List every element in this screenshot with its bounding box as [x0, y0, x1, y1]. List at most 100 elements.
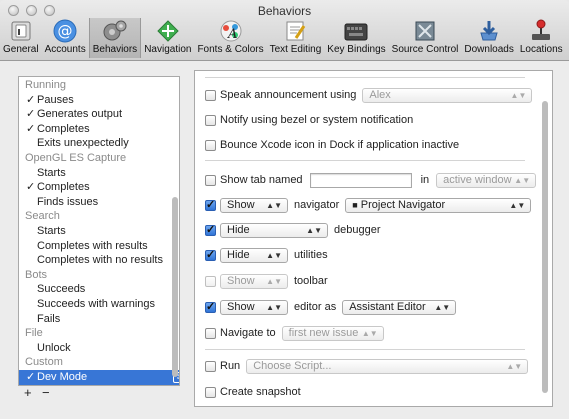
navigator-popup[interactable]: ■ Project Navigator ▲▼ [345, 197, 532, 213]
show-tab-checkbox[interactable] [205, 174, 216, 186]
tab-window-popup[interactable]: active window ▲▼ [436, 172, 537, 188]
tab-accounts[interactable]: @ Accounts [42, 18, 89, 58]
navigator-action-popup[interactable]: Show ▲▼ [220, 197, 288, 213]
checkmark-icon: ✓ [26, 108, 36, 121]
sidebar-item[interactable]: Completes with no results [19, 253, 179, 268]
svg-text:A: A [227, 27, 237, 42]
run-checkbox[interactable] [205, 360, 216, 372]
tab-name-field[interactable] [309, 172, 412, 188]
sidebar-item[interactable]: ✓ Completes [19, 180, 179, 195]
tab-fonts-colors[interactable]: A Fonts & Colors [194, 18, 266, 58]
sidebar-item[interactable]: Completes with results [19, 239, 179, 254]
debugger-row: Hide ▲▼ debugger [205, 221, 385, 239]
sidebar-scrollbar[interactable] [172, 197, 178, 377]
utilities-checkbox[interactable] [205, 248, 216, 261]
tab-locations[interactable]: Locations [517, 18, 566, 58]
preferences-toolbar: General @ Accounts Behaviors Navigation [0, 18, 566, 60]
updown-arrow-icon: ▲▼ [361, 328, 378, 338]
navigate-popup[interactable]: first new issue ▲▼ [281, 325, 384, 341]
editor-label: editor as [294, 301, 337, 313]
sidebar-item[interactable]: Succeeds with warnings [19, 297, 179, 312]
voice-popup[interactable]: Alex ▲▼ [362, 87, 533, 103]
sidebar-item[interactable]: Exits unexpectedly [19, 136, 179, 151]
tab-label: Navigation [144, 44, 192, 55]
panel-scrollbar[interactable] [542, 101, 548, 393]
debugger-action-popup[interactable]: Hide ▲▼ [220, 222, 328, 238]
at-icon: @ [52, 19, 78, 43]
utilities-action-value: Hide [227, 248, 250, 261]
font-palette-icon: A [218, 19, 244, 43]
sidebar-item[interactable]: ✓ Completes [19, 122, 179, 137]
tab-source-control[interactable]: Source Control [389, 18, 462, 58]
tab-navigation[interactable]: Navigation [141, 18, 194, 58]
navigator-checkbox[interactable] [205, 198, 216, 211]
sidebar-item-label: Generates output [37, 108, 123, 121]
sidebar-item[interactable]: ✓Dev Mode⌘ [19, 370, 179, 385]
sidebar-item-label: Dev Mode [37, 371, 88, 383]
sidebar-item-label: Unlock [37, 341, 71, 354]
switch-icon [8, 19, 34, 43]
tab-text-editing[interactable]: Text Editing [267, 18, 325, 58]
tab-window-value: active window [443, 173, 512, 186]
keyboard-icon [343, 19, 369, 43]
sidebar-section-header: Running [25, 79, 66, 91]
debugger-action-value: Hide [227, 223, 250, 236]
folder-icon: ■ [352, 199, 358, 210]
sidebar-item-label: Starts [37, 166, 66, 179]
tab-downloads[interactable]: Downloads [461, 18, 516, 58]
source-control-icon [412, 19, 438, 43]
remove-behavior-button[interactable]: − [42, 385, 50, 400]
sidebar-item[interactable]: Succeeds [19, 282, 179, 297]
preferences-window: Behaviors General @ Accounts Behaviors N… [0, 0, 569, 419]
checkmark-icon: ✓ [26, 181, 36, 194]
sidebar-item-label: Starts [37, 225, 66, 237]
notify-checkbox[interactable] [205, 114, 216, 126]
sidebar-item[interactable]: Unlock [19, 341, 179, 356]
checkmark-icon: ✓ [26, 93, 36, 106]
editor-checkbox[interactable] [205, 300, 216, 313]
tab-label: Behaviors [92, 44, 138, 55]
tab-label: Text Editing [269, 44, 322, 55]
run-script-row: Run Choose Script... ▲▼ [205, 357, 529, 375]
sidebar-section-header: Custom [25, 356, 63, 369]
behavior-settings-panel: Speak announcement using Alex ▲▼ Notify u… [194, 70, 553, 407]
bounce-row: Bounce Xcode icon in Dock if application… [205, 136, 459, 154]
speak-checkbox[interactable] [205, 89, 216, 101]
sidebar-item-label: Completes [37, 122, 90, 135]
bounce-checkbox[interactable] [205, 139, 216, 151]
tab-label: Fonts & Colors [197, 44, 264, 55]
tab-label: Downloads [464, 44, 514, 55]
navigator-row: Show ▲▼ navigator ■ Project Navigator ▲▼ [205, 196, 532, 214]
snapshot-row: Create snapshot [205, 383, 301, 401]
snapshot-checkbox[interactable] [205, 386, 216, 398]
checkmark-icon: ✓ [26, 371, 36, 383]
sidebar-item[interactable]: Fails [19, 312, 179, 327]
checkmark-icon: ✓ [26, 122, 36, 135]
sidebar-item[interactable]: Starts [19, 224, 179, 239]
utilities-action-popup[interactable]: Hide ▲▼ [220, 247, 288, 263]
sidebar-item[interactable]: ✓ Pauses [19, 93, 179, 108]
editor-mode-popup[interactable]: Assistant Editor ▲▼ [342, 299, 457, 315]
sidebar-item[interactable]: Starts [19, 166, 179, 181]
bounce-label: Bounce Xcode icon in Dock if application… [220, 139, 460, 151]
navigate-checkbox[interactable] [205, 327, 216, 339]
sidebar-item[interactable]: ✓ Generates output [19, 107, 179, 122]
voice-value: Alex [369, 88, 391, 101]
editor-action-popup[interactable]: Show ▲▼ [220, 299, 288, 315]
toolbar-checkbox[interactable] [205, 275, 216, 287]
sidebar-item-label: Completes with no results [37, 254, 163, 267]
add-behavior-button[interactable]: + [24, 385, 32, 400]
show-tab-row: Show tab named in active window ▲▼ [205, 171, 537, 189]
toolbar-action-popup[interactable]: Show ▲▼ [220, 273, 288, 289]
behaviors-list[interactable]: Running ✓ Pauses ✓ Generates output ✓ Complete… [18, 76, 180, 386]
sidebar-section-header: File [25, 327, 43, 340]
script-popup[interactable]: Choose Script... ▲▼ [246, 358, 529, 374]
tab-key-bindings[interactable]: Key Bindings [324, 18, 388, 58]
sidebar-item-label: Finds issues [37, 195, 99, 208]
tab-general[interactable]: General [0, 18, 42, 58]
tab-behaviors[interactable]: Behaviors [88, 18, 142, 58]
debugger-checkbox[interactable] [205, 223, 216, 236]
sidebar-item[interactable]: Finds issues [19, 195, 179, 210]
editor-action-value: Show [227, 300, 255, 313]
updown-arrow-icon: ▲▼ [509, 200, 526, 210]
